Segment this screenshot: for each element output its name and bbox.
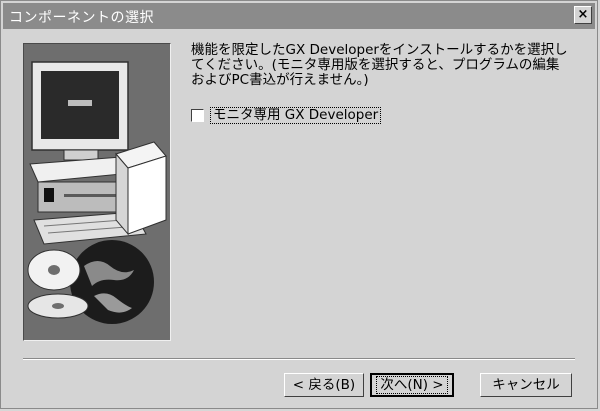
next-button[interactable]: 次へ(N) > <box>370 373 454 397</box>
computer-cd-globe-icon <box>27 61 167 324</box>
next-button-label: 次へ(N) > <box>376 376 448 394</box>
divider <box>23 358 575 360</box>
window-title: コンポーネントの選択 <box>9 10 154 26</box>
back-button[interactable]: < 戻る(B) <box>284 373 364 397</box>
dialog-window: コンポーネントの選択 × 機能を限定したGX Developerをインストールす… <box>0 0 598 409</box>
description-text: 機能を限定したGX Developerをインストールするかを選択してください。(… <box>191 42 568 88</box>
monitor-only-label[interactable]: モニタ専用 GX Developer <box>210 106 382 124</box>
monitor-only-option[interactable]: モニタ専用 GX Developer <box>191 106 382 124</box>
wizard-illustration <box>23 43 171 341</box>
close-button[interactable]: × <box>574 6 592 24</box>
monitor-only-checkbox[interactable] <box>191 108 204 122</box>
cancel-button[interactable]: キャンセル <box>480 373 572 397</box>
close-icon: × <box>577 7 589 22</box>
title-bar[interactable]: コンポーネントの選択 × <box>3 3 595 29</box>
